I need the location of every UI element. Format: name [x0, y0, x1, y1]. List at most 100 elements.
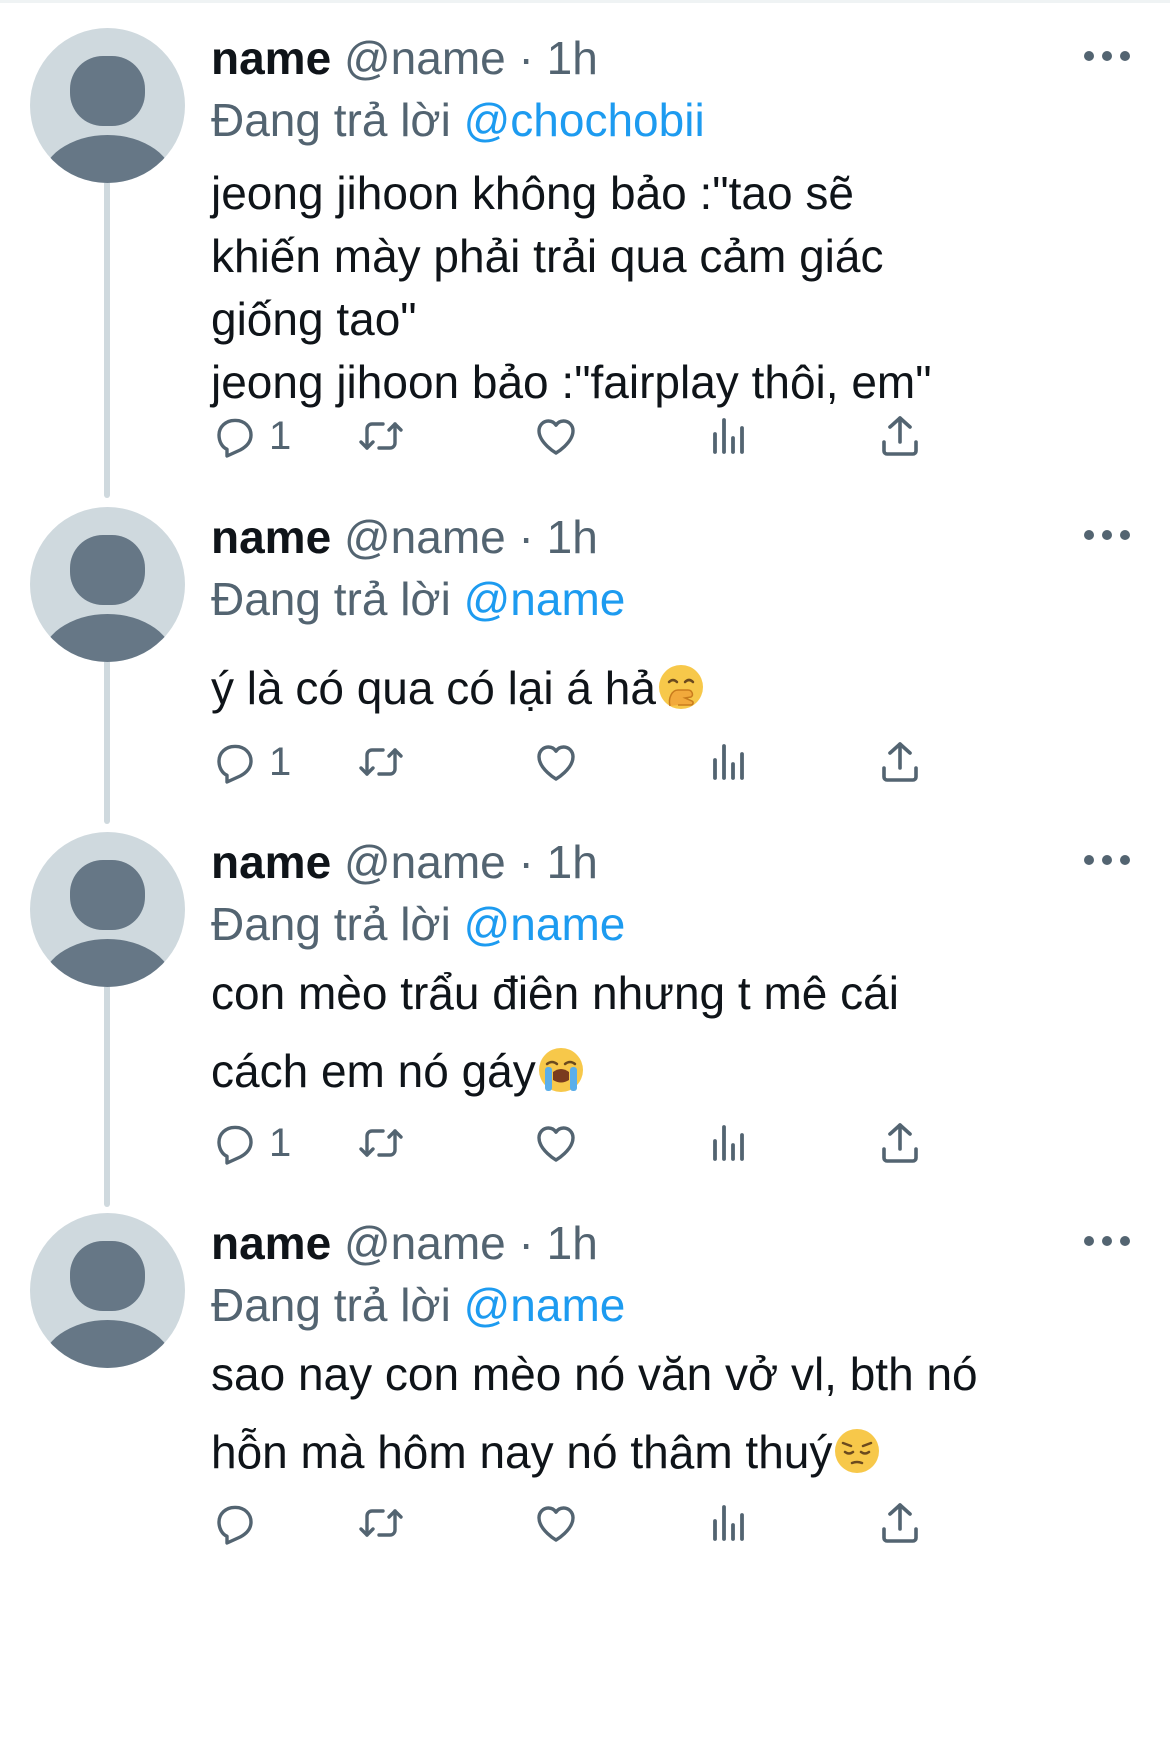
retweet-icon	[359, 748, 403, 776]
like-button[interactable]	[532, 734, 580, 790]
timestamp[interactable]: 1h	[547, 836, 598, 888]
loudly-crying-emoji	[538, 1048, 583, 1092]
tweet-actions	[211, 1495, 1041, 1551]
separator-dot: ·	[518, 836, 534, 888]
thread-connector	[104, 165, 110, 498]
retweet-icon	[359, 422, 403, 450]
reply-button[interactable]: 1	[211, 1115, 291, 1171]
views-button[interactable]	[705, 1115, 753, 1171]
replying-to: Đang trả lời @name	[211, 1275, 1130, 1335]
reply-mention-link[interactable]: @name	[464, 573, 626, 625]
like-icon	[537, 1126, 575, 1162]
reply-count: 1	[269, 414, 292, 458]
tweet-content: name @name · 1h Đang trả lời @name ý là …	[211, 507, 1130, 720]
retweet-icon	[359, 1129, 403, 1157]
avatar[interactable]	[30, 507, 185, 662]
reply-icon	[217, 744, 253, 784]
replying-to: Đang trả lời @name	[211, 894, 1130, 954]
share-button[interactable]	[876, 734, 924, 790]
separator-dot: ·	[518, 32, 534, 84]
retweet-icon	[359, 1509, 403, 1537]
like-icon	[537, 419, 575, 455]
more-icon[interactable]	[1084, 46, 1130, 66]
views-button[interactable]	[705, 1495, 753, 1551]
display-name[interactable]: name	[211, 511, 331, 563]
default-avatar-icon	[40, 860, 175, 987]
replying-to-label: Đang trả lời	[211, 1279, 451, 1331]
like-button[interactable]	[532, 1115, 580, 1171]
tweet-actions: 1	[211, 408, 1041, 464]
replying-to-label: Đang trả lời	[211, 573, 451, 625]
avatar[interactable]	[30, 1213, 185, 1368]
default-avatar-icon	[40, 535, 175, 662]
username[interactable]: @name	[344, 1217, 506, 1269]
replying-to-label: Đang trả lời	[211, 898, 451, 950]
tweet-text: jeong jihoon không bảo :"tao sẽ khiến mà…	[211, 167, 932, 408]
tweet-text: sao nay con mèo nó văn vở vl, bth nó hỗn…	[211, 1335, 1130, 1491]
pensive-emoji	[835, 1429, 880, 1473]
retweet-button[interactable]	[357, 408, 405, 464]
separator-dot: ·	[518, 511, 534, 563]
hand-over-mouth-emoji	[658, 665, 703, 709]
tweet-content: name @name · 1h Đang trả lời @chochobii …	[211, 28, 1130, 414]
views-icon	[713, 418, 744, 454]
share-icon	[882, 1123, 918, 1163]
views-button[interactable]	[705, 408, 753, 464]
tweet-text: con mèo trẩu điên nhưng t mê cái cách em…	[211, 954, 1130, 1110]
display-name[interactable]: name	[211, 32, 331, 84]
thread-connector	[104, 970, 110, 1207]
timestamp[interactable]: 1h	[547, 32, 598, 84]
thread-connector	[104, 644, 110, 824]
avatar[interactable]	[30, 832, 185, 987]
reply-button[interactable]	[211, 1495, 269, 1551]
reply-mention-link[interactable]: @name	[464, 898, 626, 950]
share-icon	[882, 742, 918, 782]
more-icon[interactable]	[1084, 1231, 1130, 1251]
username[interactable]: @name	[344, 836, 506, 888]
reply-button[interactable]: 1	[211, 734, 291, 790]
replying-to: Đang trả lời @chochobii	[211, 90, 1130, 150]
like-button[interactable]	[532, 1495, 580, 1551]
reply-thread: name @name · 1h Đang trả lời @chochobii …	[0, 0, 1170, 1749]
tweet-header: name @name · 1h	[211, 1213, 1130, 1273]
share-button[interactable]	[876, 408, 924, 464]
share-button[interactable]	[876, 1115, 924, 1171]
separator-dot: ·	[518, 1217, 534, 1269]
views-icon	[713, 744, 744, 780]
like-icon	[537, 745, 575, 781]
reply-button[interactable]: 1	[211, 408, 291, 464]
retweet-button[interactable]	[357, 1115, 405, 1171]
username[interactable]: @name	[344, 32, 506, 84]
reply-count: 1	[269, 740, 292, 784]
display-name[interactable]: name	[211, 1217, 331, 1269]
reply-mention-link[interactable]: @name	[464, 1279, 626, 1331]
tweet-actions: 1	[211, 734, 1041, 790]
retweet-button[interactable]	[357, 1495, 405, 1551]
tweet-header: name @name · 1h	[211, 28, 1130, 88]
tweet-header: name @name · 1h	[211, 832, 1130, 892]
like-icon	[537, 1506, 575, 1542]
replying-to: Đang trả lời @name	[211, 569, 1130, 629]
default-avatar-icon	[40, 1241, 175, 1368]
tweet-content: name @name · 1h Đang trả lời @name con m…	[211, 832, 1130, 1110]
more-icon[interactable]	[1084, 525, 1130, 545]
display-name[interactable]: name	[211, 836, 331, 888]
views-button[interactable]	[705, 734, 753, 790]
default-avatar-icon	[40, 56, 175, 183]
reply-count: 1	[269, 1121, 292, 1165]
tweet-text-body: ý là có qua có lại á hả	[211, 662, 656, 714]
tweet-header: name @name · 1h	[211, 507, 1130, 567]
retweet-button[interactable]	[357, 734, 405, 790]
share-icon	[882, 416, 918, 456]
share-button[interactable]	[876, 1495, 924, 1551]
timestamp[interactable]: 1h	[547, 1217, 598, 1269]
avatar[interactable]	[30, 28, 185, 183]
reply-icon	[217, 1125, 253, 1165]
views-icon	[713, 1505, 744, 1541]
reply-icon	[217, 1505, 253, 1545]
reply-mention-link[interactable]: @chochobii	[464, 94, 705, 146]
username[interactable]: @name	[344, 511, 506, 563]
timestamp[interactable]: 1h	[547, 511, 598, 563]
like-button[interactable]	[532, 408, 580, 464]
more-icon[interactable]	[1084, 850, 1130, 870]
